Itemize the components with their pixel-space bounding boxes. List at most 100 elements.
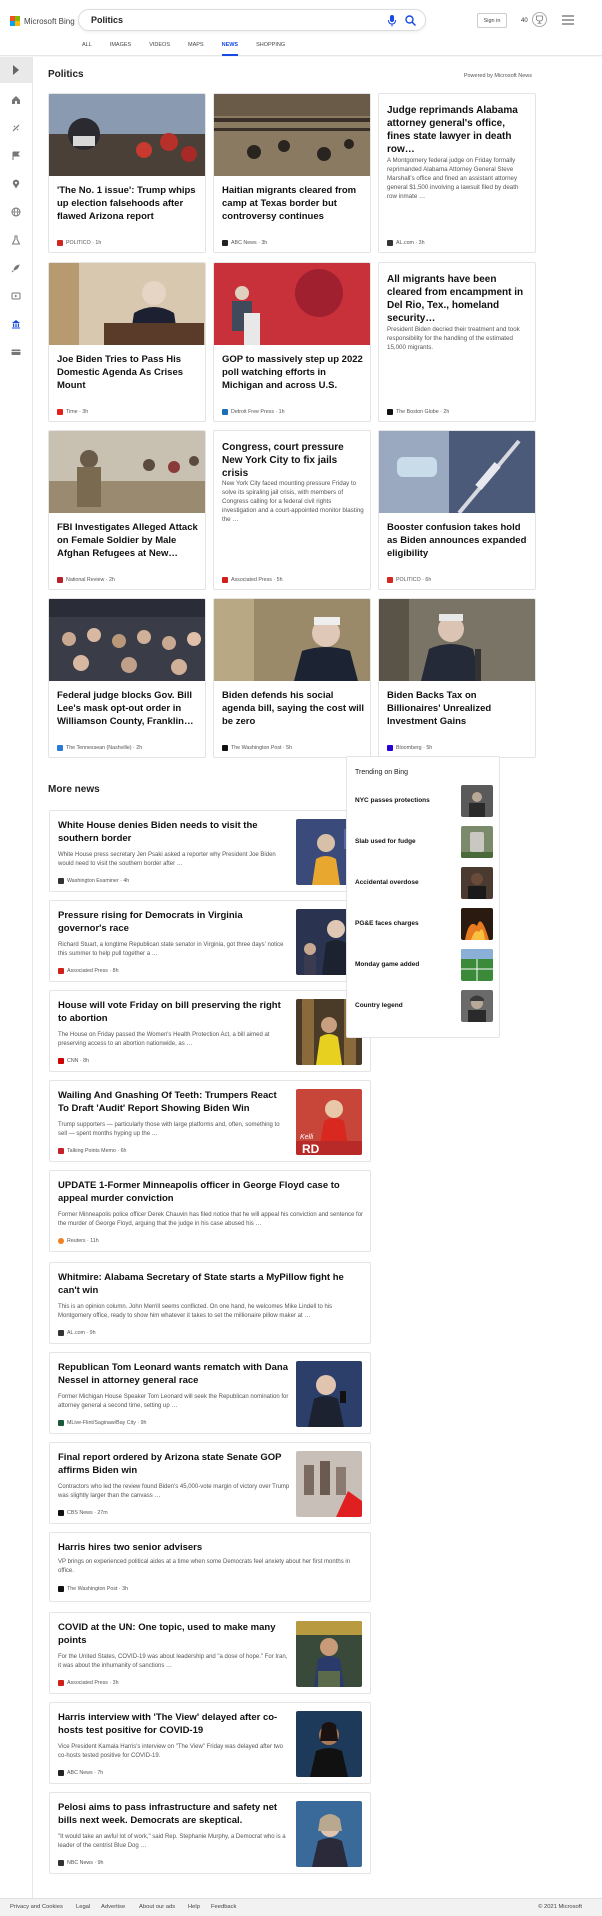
- news-headline[interactable]: House will vote Friday on bill preservin…: [58, 999, 290, 1025]
- news-card[interactable]: Federal judge blocks Gov. Bill Lee's mas…: [48, 598, 206, 758]
- card-headline[interactable]: Judge reprimands Alabama attorney genera…: [387, 104, 529, 156]
- list-item[interactable]: UPDATE 1-Former Minneapolis officer in G…: [49, 1170, 371, 1252]
- politics-building-icon[interactable]: [11, 319, 21, 329]
- tab-videos[interactable]: VIDEOS: [149, 38, 170, 56]
- list-item[interactable]: Pressure rising for Democrats in Virgini…: [49, 900, 371, 982]
- rail-expand-button[interactable]: [0, 57, 32, 83]
- card-image: [379, 431, 535, 513]
- card-headline[interactable]: Congress, court pressure New York City t…: [222, 441, 364, 480]
- list-item[interactable]: White House denies Biden needs to visit …: [49, 810, 371, 892]
- list-item[interactable]: House will vote Friday on bill preservin…: [49, 990, 371, 1072]
- trending-item[interactable]: Country legend: [355, 990, 493, 1024]
- trending-label[interactable]: Monday game added: [355, 961, 419, 968]
- news-card[interactable]: Joe Biden Tries to Pass His Domestic Age…: [48, 262, 206, 422]
- news-headline[interactable]: Pressure rising for Democrats in Virgini…: [58, 909, 290, 935]
- footer-link-feedback[interactable]: Feedback: [211, 1904, 236, 1910]
- news-card[interactable]: Booster confusion takes hold as Biden an…: [378, 430, 536, 590]
- list-item[interactable]: Wailing And Gnashing Of Teeth: Trumpers …: [49, 1080, 371, 1162]
- news-headline[interactable]: UPDATE 1-Former Minneapolis officer in G…: [58, 1179, 364, 1205]
- card-headline[interactable]: Joe Biden Tries to Pass His Domestic Age…: [57, 353, 199, 392]
- tab-images[interactable]: IMAGES: [110, 38, 131, 56]
- rewards-points[interactable]: 40: [521, 18, 528, 24]
- trending-label[interactable]: Slab used for fudge: [355, 838, 416, 845]
- bing-logo[interactable]: Microsoft Bing: [10, 15, 75, 27]
- sign-in-button[interactable]: Sign in: [477, 13, 507, 28]
- news-headline[interactable]: Wailing And Gnashing Of Teeth: Trumpers …: [58, 1089, 290, 1115]
- trending-item[interactable]: Accidental overdose: [355, 867, 493, 901]
- list-item[interactable]: Final report ordered by Arizona state Se…: [49, 1442, 371, 1524]
- news-headline[interactable]: COVID at the UN: One topic, used to make…: [58, 1621, 290, 1647]
- card-headline[interactable]: Booster confusion takes hold as Biden an…: [387, 521, 529, 560]
- news-card[interactable]: 'The No. 1 issue': Trump whips up electi…: [48, 93, 206, 253]
- news-headline[interactable]: Pelosi aims to pass infrastructure and s…: [58, 1801, 290, 1827]
- news-card[interactable]: Biden Backs Tax on Billionaires' Unreali…: [378, 598, 536, 758]
- list-item[interactable]: Pelosi aims to pass infrastructure and s…: [49, 1792, 371, 1874]
- news-card[interactable]: Haitian migrants cleared from camp at Te…: [213, 93, 371, 253]
- news-headline[interactable]: Whitmire: Alabama Secretary of State sta…: [58, 1271, 364, 1297]
- list-item[interactable]: Harris interview with 'The View' delayed…: [49, 1702, 371, 1784]
- news-card[interactable]: Judge reprimands Alabama attorney genera…: [378, 93, 536, 253]
- search-input[interactable]: Politics: [91, 15, 123, 25]
- trending-label[interactable]: Country legend: [355, 1002, 403, 1009]
- search-box[interactable]: Politics: [78, 9, 426, 31]
- footer-link-privacy[interactable]: Privacy and Cookies: [10, 1904, 63, 1910]
- news-card[interactable]: GOP to massively step up 2022 poll watch…: [213, 262, 371, 422]
- card-headline[interactable]: Biden Backs Tax on Billionaires' Unreali…: [387, 689, 529, 728]
- list-item[interactable]: Harris hires two senior advisers VP brin…: [49, 1532, 371, 1602]
- news-headline[interactable]: Republican Tom Leonard wants rematch wit…: [58, 1361, 290, 1387]
- money-icon[interactable]: [11, 347, 21, 357]
- entertainment-icon[interactable]: [11, 291, 21, 301]
- card-headline[interactable]: 'The No. 1 issue': Trump whips up electi…: [57, 184, 199, 223]
- tennessean-favicon-icon: [57, 745, 63, 751]
- trending-label[interactable]: NYC passes protections: [355, 797, 430, 804]
- tab-shopping[interactable]: SHOPPING: [256, 38, 285, 56]
- source-favicon-icon: [58, 1238, 64, 1244]
- trending-item[interactable]: Monday game added: [355, 949, 493, 983]
- hamburger-menu-icon[interactable]: [562, 15, 574, 25]
- news-headline[interactable]: White House denies Biden needs to visit …: [58, 819, 290, 845]
- flag-icon[interactable]: [11, 151, 21, 161]
- trending-item[interactable]: Slab used for fudge: [355, 826, 493, 860]
- card-headline[interactable]: All migrants have been cleared from enca…: [387, 273, 529, 325]
- footer-link-legal[interactable]: Legal: [76, 1904, 90, 1910]
- sports-icon[interactable]: [11, 123, 21, 133]
- trending-label[interactable]: Accidental overdose: [355, 879, 419, 886]
- header: Microsoft Bing Politics Sign in 40 ALL I…: [0, 0, 602, 56]
- card-source: Time · 3h: [57, 409, 88, 415]
- news-card[interactable]: Biden defends his social agenda bill, sa…: [213, 598, 371, 758]
- card-headline[interactable]: GOP to massively step up 2022 poll watch…: [222, 353, 364, 392]
- trending-label[interactable]: PG&E faces charges: [355, 920, 419, 927]
- source-favicon-icon: [58, 1860, 64, 1866]
- footer-link-advertise[interactable]: Advertise: [101, 1904, 125, 1910]
- rocket-icon[interactable]: [11, 263, 21, 273]
- news-card[interactable]: All migrants have been cleared from enca…: [378, 262, 536, 422]
- news-headline[interactable]: Final report ordered by Arizona state Se…: [58, 1451, 290, 1477]
- footer-link-about-ads[interactable]: About our ads: [139, 1904, 175, 1910]
- globe-icon[interactable]: [11, 207, 21, 217]
- card-headline[interactable]: Federal judge blocks Gov. Bill Lee's mas…: [57, 689, 199, 728]
- news-headline[interactable]: Harris interview with 'The View' delayed…: [58, 1711, 290, 1737]
- news-card[interactable]: Congress, court pressure New York City t…: [213, 430, 371, 590]
- search-icon[interactable]: [405, 15, 416, 26]
- trending-item[interactable]: NYC passes protections: [355, 785, 493, 819]
- card-headline[interactable]: FBI Investigates Alleged Attack on Femal…: [57, 521, 199, 560]
- trending-item[interactable]: PG&E faces charges: [355, 908, 493, 942]
- card-headline[interactable]: Haitian migrants cleared from camp at Te…: [222, 184, 364, 223]
- news-snippet: This is an opinion column. John Merrill …: [58, 1304, 333, 1319]
- footer-link-help[interactable]: Help: [188, 1904, 200, 1910]
- tab-maps[interactable]: MAPS: [188, 38, 204, 56]
- news-headline[interactable]: Harris hires two senior advisers: [58, 1541, 364, 1554]
- list-item[interactable]: Whitmire: Alabama Secretary of State sta…: [49, 1262, 371, 1344]
- card-headline[interactable]: Biden defends his social agenda bill, sa…: [222, 689, 364, 728]
- list-item[interactable]: Republican Tom Leonard wants rematch wit…: [49, 1352, 371, 1434]
- tab-all[interactable]: ALL: [82, 38, 92, 56]
- microphone-icon[interactable]: [387, 15, 397, 27]
- news-card[interactable]: FBI Investigates Alleged Attack on Femal…: [48, 430, 206, 590]
- location-pin-icon[interactable]: [11, 179, 21, 189]
- tab-news[interactable]: NEWS: [221, 38, 239, 56]
- science-icon[interactable]: [11, 235, 21, 245]
- list-item[interactable]: COVID at the UN: One topic, used to make…: [49, 1612, 371, 1694]
- rewards-trophy-icon[interactable]: [532, 12, 547, 27]
- home-icon[interactable]: [11, 95, 21, 105]
- news-snippet: Former Minneapolis police officer Derek …: [58, 1212, 364, 1227]
